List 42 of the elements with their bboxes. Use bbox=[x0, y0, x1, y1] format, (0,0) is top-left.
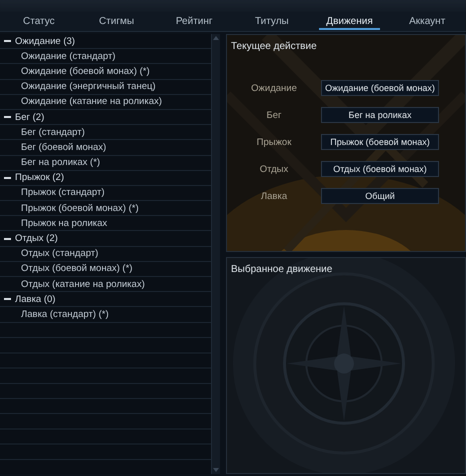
collapse-icon[interactable] bbox=[4, 116, 11, 118]
collapse-icon[interactable] bbox=[4, 176, 11, 179]
tree-group-label[interactable]: Прыжок (2) bbox=[15, 172, 64, 184]
collapse-icon[interactable] bbox=[4, 238, 11, 240]
action-field[interactable]: Бег на роликах bbox=[321, 107, 439, 123]
tab[interactable]: Титулы bbox=[233, 12, 311, 31]
collapse-icon[interactable] bbox=[4, 40, 11, 42]
tree-item[interactable]: Бег (боевой монах) bbox=[21, 142, 106, 153]
tree-item[interactable]: Лавка (стандарт) (*) bbox=[21, 308, 109, 320]
tree-group-label[interactable]: Ожидание (3) bbox=[15, 36, 75, 47]
collapse-icon[interactable] bbox=[4, 298, 11, 300]
tree-group-label[interactable]: Лавка (0) bbox=[15, 294, 56, 305]
tab[interactable]: Движения bbox=[310, 12, 388, 31]
panel-title: Текущее действие bbox=[230, 40, 318, 54]
action-label: Бег bbox=[266, 110, 282, 120]
tree-item[interactable]: Бег (стандарт) bbox=[21, 126, 85, 138]
tree-item[interactable]: Ожидание (стандарт) bbox=[21, 50, 116, 62]
action-label: Прыжок bbox=[256, 136, 292, 148]
tree-item[interactable]: Отдых (боевой монах) (*) bbox=[21, 263, 132, 274]
action-label: Ожидание bbox=[250, 82, 298, 94]
action-label: Лавка bbox=[260, 190, 288, 202]
tree-item[interactable]: Прыжок (стандарт) bbox=[21, 187, 104, 198]
tree-item[interactable]: Бег на роликах (*) bbox=[21, 157, 100, 168]
tree-item[interactable]: Прыжок на роликах bbox=[21, 218, 108, 229]
tab[interactable]: Стигмы bbox=[78, 12, 156, 31]
tab[interactable]: Рейтинг bbox=[155, 12, 234, 31]
tab[interactable]: Статус bbox=[0, 12, 78, 31]
action-label: Отдых bbox=[258, 164, 290, 174]
action-field[interactable]: Общий bbox=[321, 188, 439, 204]
panel-title: Выбранное движение bbox=[230, 263, 334, 277]
tree-item[interactable]: Ожидание (боевой монах) (*) bbox=[21, 66, 150, 77]
action-field[interactable]: Ожидание (боевой монах) bbox=[321, 80, 439, 96]
tree-item[interactable]: Прыжок (боевой монах) (*) bbox=[21, 202, 139, 214]
tree-item[interactable]: Отдых (катание на роликах) bbox=[21, 278, 145, 290]
tree-group-label[interactable]: Бег (2) bbox=[15, 112, 44, 123]
action-field[interactable]: Отдых (боевой монах) bbox=[321, 161, 439, 177]
tab[interactable]: Аккаунт bbox=[388, 12, 466, 31]
tree-group-label[interactable]: Отдых (2) bbox=[15, 233, 58, 244]
action-field[interactable]: Прыжок (боевой монах) bbox=[321, 134, 439, 150]
tree-item[interactable]: Ожидание (энергичный танец) bbox=[21, 81, 156, 92]
tree-item[interactable]: Отдых (стандарт) bbox=[21, 248, 98, 260]
tree-item[interactable]: Ожидание (катание на роликах) bbox=[21, 96, 162, 108]
